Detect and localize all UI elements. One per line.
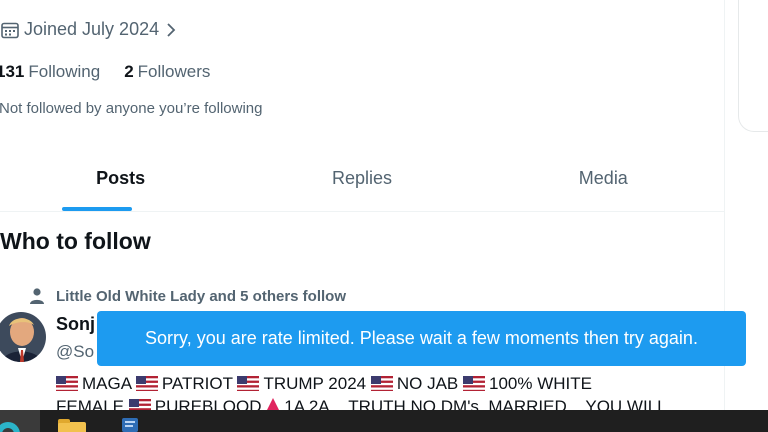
tab-posts[interactable]: Posts xyxy=(0,146,241,211)
red-triangle-icon xyxy=(266,398,281,410)
joined-date[interactable]: Joined July 2024 xyxy=(0,19,179,40)
us-flag-icon xyxy=(237,376,260,391)
bio-line-2: FEMALE PUREBLOOD 1A 2A... TRUTH NO DM's,… xyxy=(56,395,716,410)
browser-icon xyxy=(0,422,20,432)
followers-label: Followers xyxy=(137,62,211,81)
following-count: 131 xyxy=(0,62,25,81)
sidebar-card xyxy=(738,0,768,132)
tab-replies-label: Replies xyxy=(331,168,392,188)
us-flag-icon xyxy=(128,399,151,410)
suggested-user-name[interactable]: Sonj xyxy=(56,314,95,335)
bio-text: PATRIOT xyxy=(161,374,233,393)
avatar[interactable] xyxy=(0,312,46,362)
bio-text: 1A 2A... TRUTH NO DM's, MARRIED... YOU W… xyxy=(284,397,667,410)
bio-segment: PATRIOT xyxy=(135,374,233,393)
us-flag-icon xyxy=(370,376,393,391)
us-flag-icon xyxy=(135,376,158,391)
bio-text: MAGA xyxy=(82,374,132,393)
bio-segment: MAGA xyxy=(56,374,131,393)
bio-line-1: MAGA PATRIOT TRUMP 2024 NO JAB 100% WHIT… xyxy=(56,372,716,395)
followers-link[interactable]: 2 Followers xyxy=(124,62,210,82)
profile-tabs: Posts Replies Media xyxy=(0,146,724,212)
who-to-follow-heading: Who to follow xyxy=(0,228,151,254)
rate-limit-toast: Sorry, you are rate limited. Please wait… xyxy=(97,311,746,366)
calendar-icon xyxy=(1,22,19,38)
bio-segment: TRUMP 2024 xyxy=(237,374,366,393)
file-explorer-icon[interactable] xyxy=(58,419,86,432)
tab-replies[interactable]: Replies xyxy=(241,146,482,211)
start-button[interactable] xyxy=(0,410,40,432)
not-followed-note: Not followed by anyone you’re following xyxy=(0,100,263,117)
bio-text: 100% WHITE xyxy=(489,374,592,393)
tab-media-label: Media xyxy=(578,168,628,188)
social-context[interactable]: Little Old White Lady and 5 others follo… xyxy=(28,287,346,305)
bio-segment: NO JAB xyxy=(370,374,459,393)
person-icon xyxy=(30,288,44,304)
tab-posts-label: Posts xyxy=(96,168,146,188)
following-link[interactable]: 131 Following xyxy=(0,62,100,82)
followers-count: 2 xyxy=(124,62,134,81)
app-icon[interactable] xyxy=(120,416,142,432)
suggested-user-handle: @So xyxy=(56,342,95,361)
active-tab-indicator xyxy=(62,207,132,211)
us-flag-icon xyxy=(463,376,485,391)
tab-media[interactable]: Media xyxy=(483,146,724,211)
bio-text: PUREBLOOD xyxy=(154,397,262,410)
joined-date-text: Joined July 2024 xyxy=(24,19,160,39)
chevron-right-icon xyxy=(167,22,176,37)
bio-segment: 100% WHITE xyxy=(463,374,592,393)
follow-counts: 131 Following 2 Followers xyxy=(0,62,234,82)
bio-text: FEMALE xyxy=(56,397,125,410)
social-context-text: Little Old White Lady and 5 others follo… xyxy=(56,287,347,305)
following-label: Following xyxy=(28,62,101,81)
bio-text: NO JAB xyxy=(396,374,459,393)
toast-message: Sorry, you are rate limited. Please wait… xyxy=(145,328,698,348)
us-flag-icon xyxy=(56,376,78,391)
suggested-user-bio: MAGA PATRIOT TRUMP 2024 NO JAB 100% WHIT… xyxy=(56,372,716,410)
bio-text: TRUMP 2024 xyxy=(263,374,367,393)
taskbar xyxy=(0,410,768,432)
